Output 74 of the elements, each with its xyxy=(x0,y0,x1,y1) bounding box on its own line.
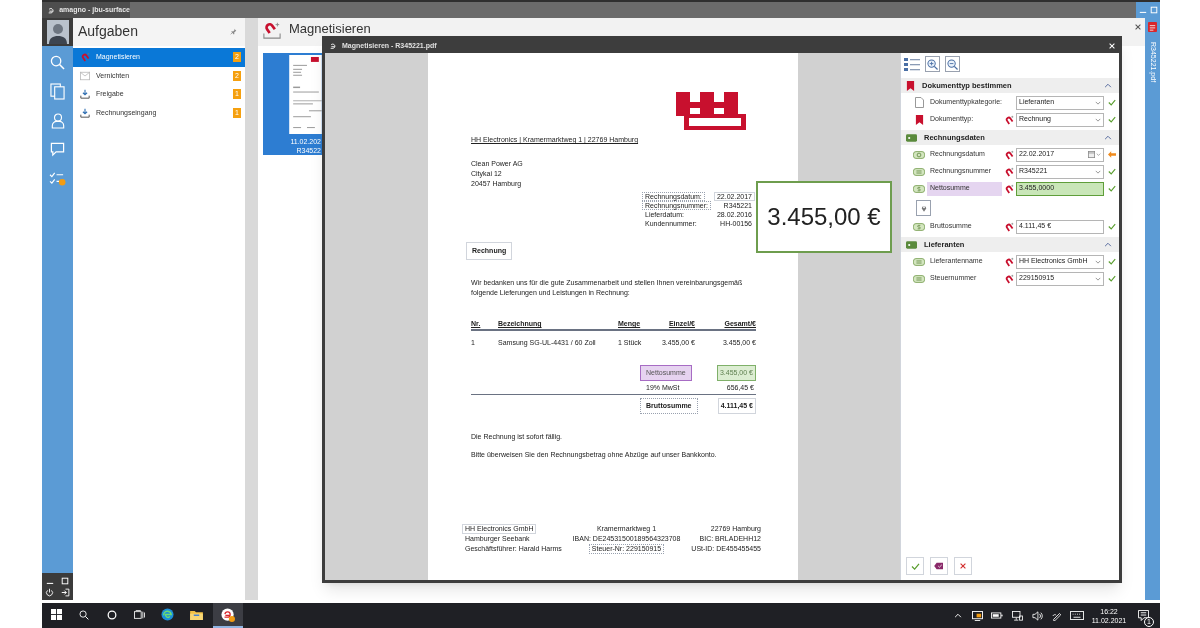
zoom-in-icon[interactable] xyxy=(925,56,940,72)
panel-title: Aufgaben xyxy=(78,23,138,40)
keyboard-icon[interactable] xyxy=(1070,611,1084,620)
windows-logo-icon xyxy=(50,609,62,620)
tag-button[interactable] xyxy=(930,557,948,575)
search-icon xyxy=(79,609,89,620)
network-icon[interactable] xyxy=(1011,610,1023,621)
person-icon[interactable] xyxy=(50,112,65,129)
sign-out-icon[interactable] xyxy=(60,587,70,597)
document-icon xyxy=(914,97,924,108)
pdf-icon[interactable] xyxy=(1148,22,1157,32)
zoom-out-icon[interactable] xyxy=(945,56,960,72)
tag-icon xyxy=(913,222,925,231)
magnet-icon xyxy=(263,21,281,39)
calendar-icon[interactable] xyxy=(1088,151,1095,158)
tray-app-icon[interactable] xyxy=(971,610,983,621)
locate-button[interactable] xyxy=(916,199,931,216)
check-icon xyxy=(910,562,920,570)
caret-icon xyxy=(1095,100,1101,105)
tag-icon xyxy=(906,240,917,249)
zoom-preview: 3.455,00 € xyxy=(756,181,892,253)
app-icon xyxy=(221,607,235,622)
app-logo-icon xyxy=(47,5,56,15)
map-pin-icon xyxy=(920,203,927,212)
tag-icon xyxy=(906,133,917,142)
close-icon xyxy=(959,562,967,570)
magnet-icon xyxy=(80,52,90,63)
tag-edit-icon xyxy=(934,562,944,570)
search-icon[interactable] xyxy=(50,55,65,70)
caret-icon xyxy=(1095,259,1101,264)
speaker-icon[interactable] xyxy=(1031,610,1043,621)
caret-icon xyxy=(1095,169,1101,174)
power-icon[interactable] xyxy=(45,587,55,597)
tasks-icon[interactable] xyxy=(49,171,66,186)
bookmark-icon xyxy=(906,80,915,91)
caret-icon xyxy=(1095,276,1101,281)
download-icon xyxy=(80,107,90,118)
tag-icon xyxy=(913,150,925,159)
magnet-icon[interactable] xyxy=(1004,166,1014,177)
folder-icon xyxy=(190,609,203,620)
pen-icon[interactable] xyxy=(1052,610,1062,621)
magnet-icon[interactable] xyxy=(1004,273,1014,284)
envelope-icon xyxy=(80,70,90,81)
battery-icon[interactable] xyxy=(991,612,1003,619)
app-button[interactable] xyxy=(213,603,243,628)
chevron-up-icon[interactable] xyxy=(954,613,962,618)
app-logo-icon xyxy=(329,42,337,50)
tag-icon xyxy=(913,167,925,176)
circle-icon xyxy=(106,609,117,620)
magnet-icon[interactable] xyxy=(1004,149,1014,160)
notification-icon[interactable] xyxy=(1137,610,1149,621)
chat-icon[interactable] xyxy=(50,142,65,157)
list-view-icon[interactable] xyxy=(904,57,920,71)
bookmark-icon xyxy=(914,114,924,125)
browser-icon xyxy=(161,608,174,621)
logo-icon xyxy=(674,92,748,130)
close-icon[interactable] xyxy=(1134,23,1142,31)
tag-icon xyxy=(913,274,925,283)
caret-icon xyxy=(1095,117,1101,122)
maximize-icon[interactable] xyxy=(61,576,70,585)
task-view-icon xyxy=(133,609,145,620)
confirm-button[interactable] xyxy=(906,557,924,575)
download-icon xyxy=(80,89,90,100)
pin-icon[interactable] xyxy=(230,28,237,35)
magnet-icon[interactable] xyxy=(1004,256,1014,267)
tag-icon xyxy=(913,257,925,266)
magnet-icon[interactable] xyxy=(1004,221,1014,232)
documents-icon[interactable] xyxy=(50,83,65,100)
magnet-icon[interactable] xyxy=(1004,183,1014,194)
view-title: Magnetisieren xyxy=(289,22,371,36)
caret-icon xyxy=(1096,153,1101,156)
tag-icon xyxy=(913,184,925,193)
magnet-icon[interactable] xyxy=(1004,114,1014,125)
cancel-button[interactable] xyxy=(954,557,972,575)
